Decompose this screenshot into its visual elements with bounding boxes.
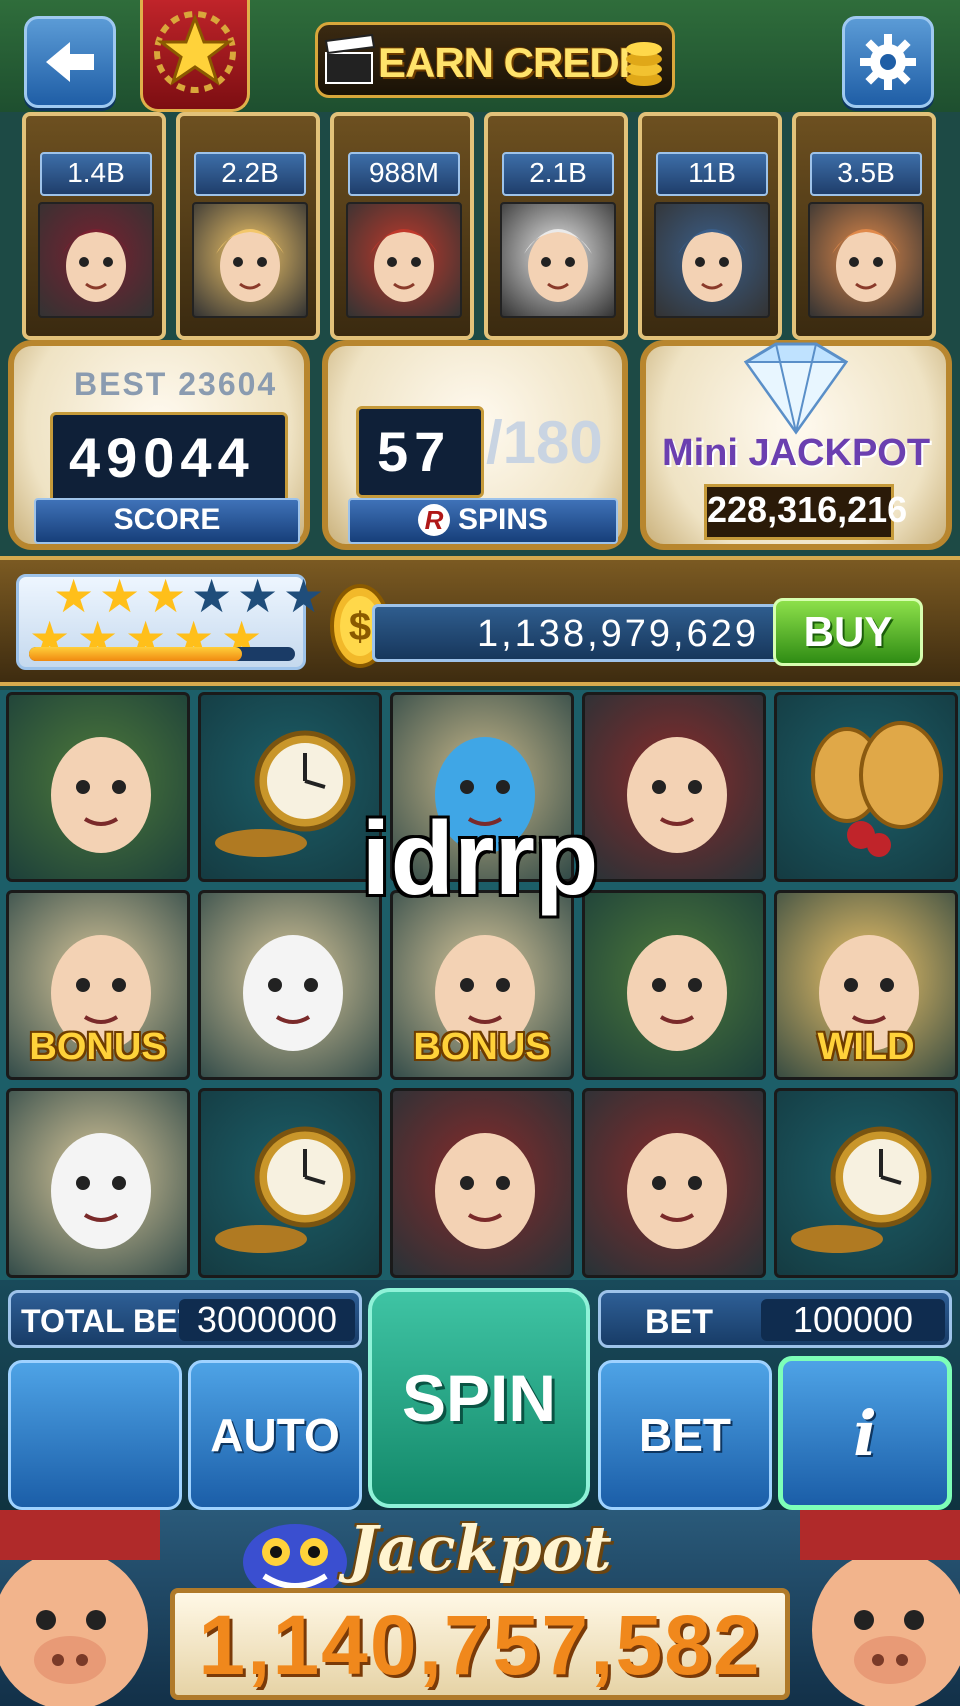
star-empty-icon: ★ bbox=[283, 570, 325, 622]
player-card[interactable]: 988M bbox=[330, 112, 474, 340]
spins-total: /180 bbox=[486, 409, 603, 476]
symbol-label: WILD bbox=[817, 1026, 915, 1068]
total-bet-label: TOTAL BET bbox=[21, 1303, 197, 1339]
player-card[interactable]: 11B bbox=[638, 112, 782, 340]
boy-with-cap-avatar bbox=[654, 202, 770, 318]
r-badge: R bbox=[417, 504, 450, 536]
total-bet-value: 3000000 bbox=[179, 1299, 355, 1341]
mini-jackpot-label: Mini JACKPOT bbox=[661, 432, 931, 474]
clapperboard-icon bbox=[324, 33, 376, 84]
pig-face-left bbox=[0, 1510, 160, 1706]
gear-icon bbox=[860, 34, 916, 90]
player-amount: 2.1B bbox=[502, 152, 614, 196]
gold-star-icon bbox=[154, 11, 236, 93]
spins-value: 57 bbox=[377, 420, 452, 483]
player-card[interactable]: 1.4B bbox=[22, 112, 166, 340]
geisha-avatar bbox=[346, 202, 462, 318]
reel-symbol-red-queen bbox=[582, 1088, 766, 1278]
score-panel: BEST 23604 49044 SCORE bbox=[8, 340, 310, 550]
spins-counter: 57 bbox=[356, 406, 484, 498]
star-empty-icon: ★ bbox=[237, 570, 279, 622]
reel-symbol-pocket-watch bbox=[774, 1088, 958, 1278]
rank-badge[interactable] bbox=[140, 0, 250, 112]
empty-button[interactable] bbox=[8, 1360, 182, 1510]
earn-credit-button[interactable]: EARN CREDIT bbox=[315, 22, 675, 98]
settings-button[interactable] bbox=[842, 16, 934, 108]
spins-panel: 57 /180 R SPINS bbox=[322, 340, 628, 550]
blonde-woman-avatar bbox=[192, 202, 308, 318]
auto-button[interactable]: AUTO bbox=[188, 1360, 362, 1510]
info-icon: i bbox=[853, 1397, 877, 1470]
overlay-text: idrrp bbox=[361, 801, 599, 917]
reel-symbol-white-rabbit bbox=[6, 1088, 190, 1278]
spin-button[interactable]: SPIN bbox=[368, 1288, 590, 1508]
star-filled-icon: ★ bbox=[53, 570, 95, 622]
symbol-label: BONUS bbox=[29, 1026, 167, 1068]
svg-text:$: $ bbox=[349, 605, 371, 649]
star-filled-icon: ★ bbox=[99, 570, 141, 622]
level-progress-track bbox=[29, 647, 295, 661]
bet-label: BET bbox=[645, 1303, 713, 1341]
best-score: BEST 23604 bbox=[74, 366, 278, 402]
jackpot-counter: 1,140,757,582 bbox=[170, 1588, 790, 1700]
back-button[interactable] bbox=[24, 16, 116, 108]
score-label: SCORE bbox=[34, 498, 300, 544]
jackpot-value: 1,140,757,582 bbox=[198, 1598, 762, 1692]
redhead-woman-avatar bbox=[808, 202, 924, 318]
level-panel[interactable]: ★ ★ ★ ★ ★ ★ ★ ★ ★ ★ ★ bbox=[16, 570, 324, 670]
symbol-label: BONUS bbox=[413, 1026, 551, 1068]
total-bet-display: TOTAL BET 3000000 bbox=[8, 1290, 362, 1348]
buy-button[interactable]: BUY bbox=[773, 598, 923, 666]
star-empty-icon: ★ bbox=[191, 570, 233, 622]
bet-display: BET 100000 bbox=[598, 1290, 952, 1348]
player-amount: 1.4B bbox=[40, 152, 152, 196]
bet-button[interactable]: BET bbox=[598, 1360, 772, 1510]
diamond-icon bbox=[743, 342, 849, 435]
coin-stack-icon bbox=[626, 42, 662, 86]
player-amount: 2.2B bbox=[194, 152, 306, 196]
player-card[interactable]: 2.2B bbox=[176, 112, 320, 340]
pig-face-right bbox=[800, 1510, 960, 1706]
mini-jackpot-panel: Mini JACKPOT 228,316,216 bbox=[640, 340, 952, 550]
score-counter: 49044 bbox=[50, 412, 288, 504]
star-filled-icon: ★ bbox=[145, 570, 187, 622]
player-card[interactable]: 2.1B bbox=[484, 112, 628, 340]
panda-avatar bbox=[500, 202, 616, 318]
level-progress-fill bbox=[29, 647, 242, 661]
vampire-avatar bbox=[38, 202, 154, 318]
mini-jackpot-value: 228,316,216 bbox=[704, 484, 907, 540]
coin-balance: 1,138,979,629 bbox=[372, 604, 782, 662]
reel-symbol-red-queen bbox=[390, 1088, 574, 1278]
player-card[interactable]: 3.5B bbox=[792, 112, 936, 340]
player-amount: 988M bbox=[348, 152, 460, 196]
info-button[interactable]: i bbox=[778, 1356, 952, 1510]
score-value: 49044 bbox=[69, 426, 255, 489]
earn-credit-label: EARN CREDIT bbox=[378, 39, 655, 86]
spins-label: SPINS bbox=[457, 503, 549, 536]
spins-ribbon: R SPINS bbox=[348, 498, 618, 544]
reel-symbol-pocket-watch bbox=[198, 1088, 382, 1278]
player-amount: 11B bbox=[656, 152, 768, 196]
player-amount: 3.5B bbox=[810, 152, 922, 196]
back-arrow-icon bbox=[46, 42, 94, 82]
bet-value: 100000 bbox=[761, 1299, 945, 1341]
jackpot-label: Jackpot bbox=[348, 1512, 612, 1585]
